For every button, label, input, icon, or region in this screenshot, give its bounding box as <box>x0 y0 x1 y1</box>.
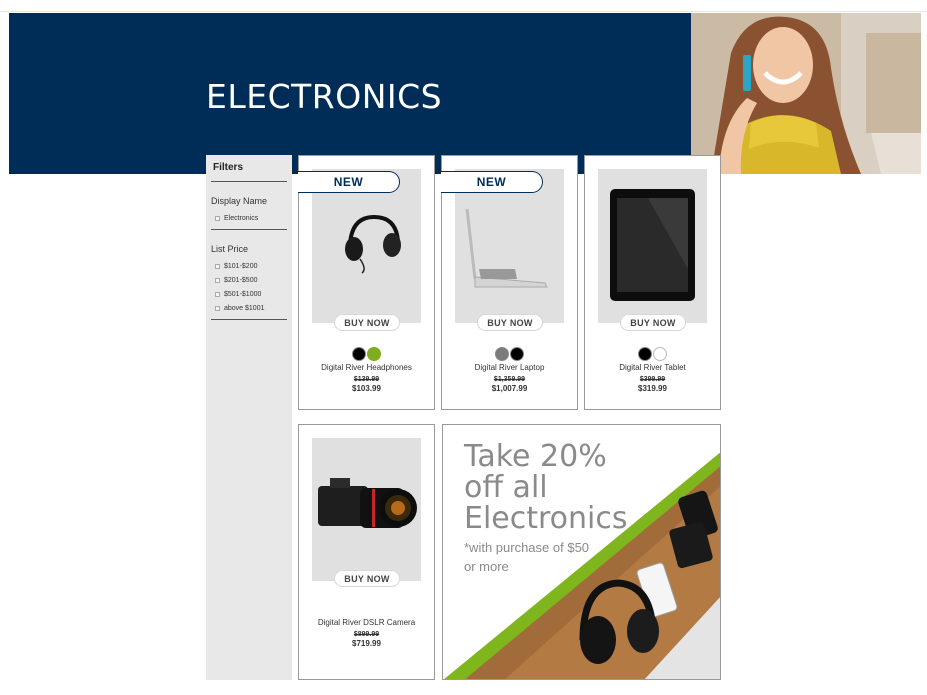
promo-subtext: *with purchase of $50 or more <box>464 540 590 574</box>
product-name[interactable]: Digital River Laptop <box>442 363 577 372</box>
product-card-camera[interactable]: BUY NOW Digital River DSLR Camera $899.9… <box>298 424 435 680</box>
filter-divider <box>211 319 287 320</box>
color-swatches <box>299 347 434 361</box>
filter-section-list-price: List Price <box>211 244 249 254</box>
filter-option-electronics[interactable]: Electronics <box>211 211 287 225</box>
color-swatches <box>585 347 720 361</box>
top-divider <box>0 11 927 12</box>
filter-section-display-name: Display Name <box>211 196 268 206</box>
sale-price: $719.99 <box>352 639 381 648</box>
swatch-gray[interactable] <box>495 347 509 361</box>
product-card-headphones[interactable]: NEW BUY NOW Digital River Headphones $13… <box>298 155 435 410</box>
filter-option-201-500[interactable]: $201-$500 <box>211 273 287 287</box>
original-price: $399.99 <box>639 376 666 383</box>
filters-title: Filters <box>211 155 287 182</box>
promo-banner[interactable]: Take 20% off all Electronics *with purch… <box>442 424 721 680</box>
hero-banner: ELECTRONICS <box>9 13 921 174</box>
camera-icon <box>318 478 417 528</box>
checkbox[interactable] <box>215 291 220 297</box>
filters-sidebar: Filters Display Name Electronics List Pr… <box>206 155 292 680</box>
filter-option-101-200[interactable]: $101-$200 <box>211 259 287 273</box>
filter-option-501-1000[interactable]: $501-$1000 <box>211 287 287 301</box>
checkbox[interactable] <box>215 215 220 221</box>
buy-now-button[interactable]: BUY NOW <box>334 570 400 587</box>
sale-price: $319.99 <box>638 384 667 393</box>
product-name[interactable]: Digital River DSLR Camera <box>299 618 434 627</box>
swatch-white[interactable] <box>653 347 667 361</box>
filter-option-above-1001[interactable]: above $1001 <box>211 301 287 315</box>
sale-price: $1,007.99 <box>491 384 528 393</box>
promo-headline: Take 20% off all Electronics <box>464 439 628 536</box>
sale-price: $103.99 <box>352 384 381 393</box>
checkbox[interactable] <box>215 305 220 311</box>
product-card-laptop[interactable]: NEW BUY NOW Digital River Laptop $1,359.… <box>441 155 578 410</box>
swatch-black[interactable] <box>638 347 652 361</box>
product-image[interactable] <box>598 169 707 323</box>
page-title: ELECTRONICS <box>206 77 443 116</box>
color-swatches <box>442 347 577 361</box>
product-image[interactable] <box>312 438 421 581</box>
original-price: $1,359.99 <box>493 376 526 383</box>
checkbox[interactable] <box>215 263 220 269</box>
tablet-icon <box>610 189 695 301</box>
original-price: $899.99 <box>353 631 380 638</box>
swatch-green[interactable] <box>367 347 381 361</box>
new-badge: NEW <box>441 171 543 193</box>
checkbox[interactable] <box>215 277 220 283</box>
product-name[interactable]: Digital River Headphones <box>299 363 434 372</box>
new-badge: NEW <box>298 171 400 193</box>
product-name[interactable]: Digital River Tablet <box>585 363 720 372</box>
buy-now-button[interactable]: BUY NOW <box>334 314 400 331</box>
original-price: $139.99 <box>353 376 380 383</box>
swatch-black[interactable] <box>510 347 524 361</box>
product-card-tablet[interactable]: BUY NOW Digital River Tablet $399.99 $31… <box>584 155 721 410</box>
buy-now-button[interactable]: BUY NOW <box>477 314 543 331</box>
swatch-black[interactable] <box>352 347 366 361</box>
hero-photo <box>691 13 921 174</box>
buy-now-button[interactable]: BUY NOW <box>620 314 686 331</box>
